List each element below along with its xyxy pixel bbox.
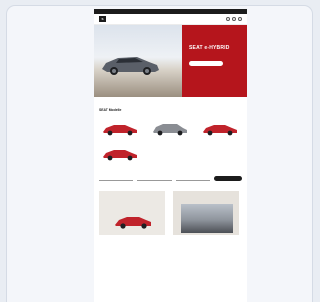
finder-field[interactable] <box>99 175 134 181</box>
promo-car-image <box>115 217 151 229</box>
models-section-title: SEAT Modelle <box>99 108 122 112</box>
promo-card[interactable] <box>173 191 239 235</box>
hero-car-image <box>102 57 159 75</box>
hero-panel: SEAT e-HYBRID <box>182 25 247 97</box>
menu-icon[interactable] <box>238 17 242 21</box>
model-card[interactable] <box>151 122 195 138</box>
model-car-image <box>203 125 237 136</box>
model-car-image <box>153 124 187 136</box>
webpage: S SEAT e-HYBRID SEAT Modelle <box>94 9 247 302</box>
dealer-finder <box>94 175 247 181</box>
brand-logo[interactable]: S <box>99 16 106 22</box>
main-nav: S <box>94 14 247 25</box>
hero-title: SEAT e-HYBRID <box>189 45 230 51</box>
promo-image <box>181 204 233 233</box>
hero-banner: SEAT e-HYBRID <box>94 25 247 97</box>
model-car-image <box>103 150 137 161</box>
browser-preview-card: S SEAT e-HYBRID SEAT Modelle <box>6 5 313 302</box>
search-icon[interactable] <box>226 17 230 21</box>
model-card[interactable] <box>101 147 145 163</box>
nav-icons <box>226 17 242 21</box>
finder-form <box>99 175 242 181</box>
hero-image <box>94 25 182 97</box>
models-grid <box>101 122 247 163</box>
promo-row <box>99 191 247 235</box>
finder-field[interactable] <box>175 175 210 181</box>
finder-submit-button[interactable] <box>213 175 242 181</box>
finder-field[interactable] <box>137 175 172 181</box>
user-icon[interactable] <box>232 17 236 21</box>
model-card[interactable] <box>201 122 245 138</box>
promo-card[interactable] <box>99 191 165 235</box>
model-card[interactable] <box>101 122 145 138</box>
model-car-image <box>103 125 137 136</box>
hero-cta-button[interactable] <box>189 61 223 66</box>
